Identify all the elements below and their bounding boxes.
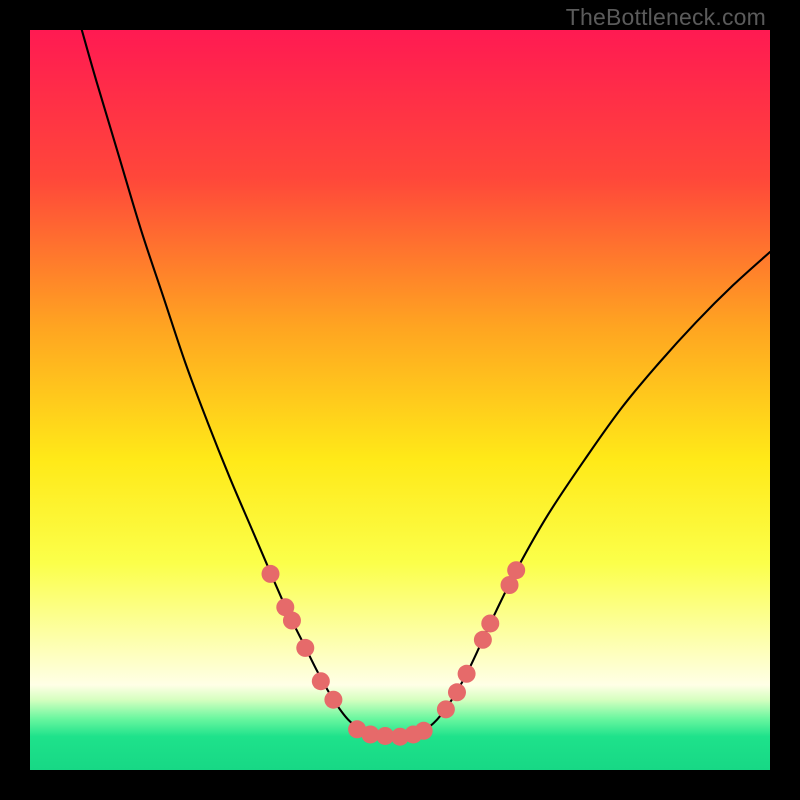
data-marker bbox=[324, 691, 342, 709]
data-marker bbox=[481, 614, 499, 632]
data-marker bbox=[296, 639, 314, 657]
data-marker bbox=[474, 631, 492, 649]
data-marker bbox=[283, 612, 301, 630]
chart-plot bbox=[30, 30, 770, 770]
data-marker bbox=[437, 700, 455, 718]
watermark-text: TheBottleneck.com bbox=[566, 4, 766, 31]
data-marker bbox=[448, 683, 466, 701]
chart-background bbox=[30, 30, 770, 770]
data-marker bbox=[262, 565, 280, 583]
data-marker bbox=[458, 665, 476, 683]
data-marker bbox=[415, 722, 433, 740]
data-marker bbox=[312, 672, 330, 690]
data-marker bbox=[507, 561, 525, 579]
chart-frame bbox=[30, 30, 770, 770]
